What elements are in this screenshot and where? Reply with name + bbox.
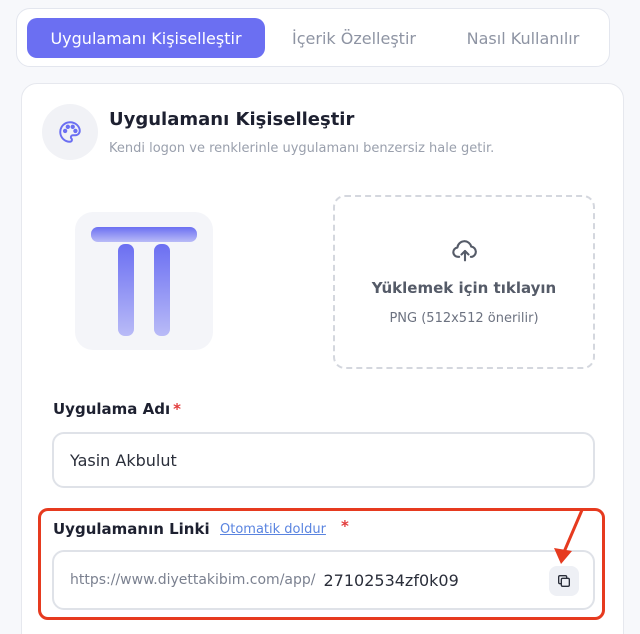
app-link-input[interactable]: https://www.diyettakibim.com/app/ 271025… (52, 550, 595, 610)
tab-customize-content[interactable]: İçerik Özelleştir (279, 18, 429, 58)
required-mark: * (173, 400, 181, 418)
palette-icon (42, 104, 98, 160)
required-mark: * (341, 517, 349, 535)
upload-title: Yüklemek için tıklayın (371, 279, 557, 297)
customize-card: Uygulamanı Kişiselleştir Kendi logon ve … (21, 83, 624, 634)
annotation-arrow (554, 508, 584, 564)
copy-icon (558, 575, 570, 587)
tab-customize-app[interactable]: Uygulamanı Kişiselleştir (27, 18, 265, 58)
section-title: Uygulamanı Kişiselleştir (109, 109, 355, 130)
upload-hint: PNG (512x512 önerilir) (389, 311, 539, 326)
app-name-input[interactable]: Yasin Akbulut (52, 432, 595, 488)
link-prefix: https://www.diyettakibim.com/app/ (70, 572, 316, 588)
app-name-label-text: Uygulama Adı (53, 400, 171, 418)
autofill-link[interactable]: Otomatik doldur (220, 522, 326, 537)
logo-upload-dropzone[interactable]: Yüklemek için tıklayın PNG (512x512 öner… (333, 195, 595, 369)
tab-how-to-use[interactable]: Nasıl Kullanılır (453, 18, 593, 58)
cloud-upload-icon (452, 240, 477, 262)
tab-bar: Uygulamanı Kişiselleştir İçerik Özelleşt… (16, 8, 610, 67)
copy-button[interactable] (549, 566, 579, 596)
section-subtitle: Kendi logon ve renklerinle uygulamanı be… (109, 141, 495, 156)
app-logo-preview (75, 212, 213, 350)
app-name-label: Uygulama Adı * (53, 400, 181, 418)
app-logo (91, 227, 197, 336)
link-value: 27102534zf0k09 (323, 570, 459, 590)
app-link-label: Uygulamanın Linki (53, 520, 210, 538)
